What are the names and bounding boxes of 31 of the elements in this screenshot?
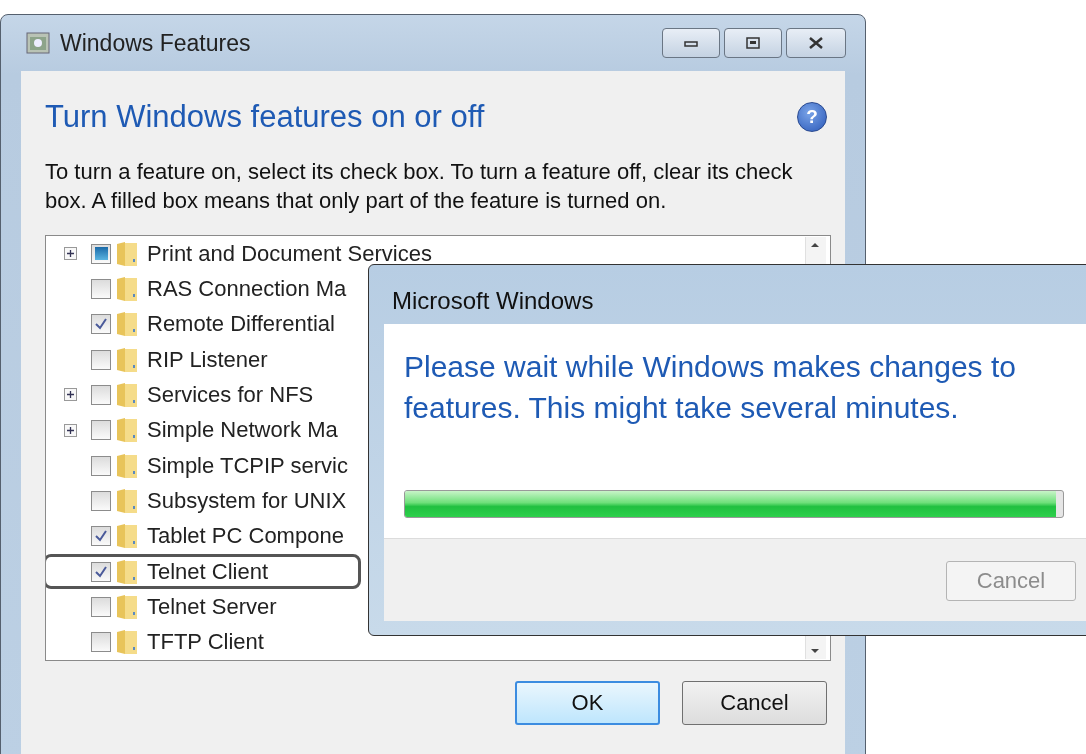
feature-name: RIP Listener xyxy=(147,346,268,373)
feature-name: RAS Connection Ma xyxy=(147,276,347,302)
feature-name: Tablet PC Compone xyxy=(147,523,344,550)
feature-row[interactable]: TFTP Client xyxy=(46,624,361,660)
feature-row[interactable]: Services for NFS xyxy=(46,377,361,413)
feature-row[interactable]: Remote Differential xyxy=(46,306,361,342)
feature-row[interactable]: Telnet Client xyxy=(46,553,361,590)
ok-button[interactable]: OK xyxy=(515,681,660,725)
instructions-text: To turn a feature on, select its check box. To turn a feature off, clear its check box. A filled box means that only part of the feature is turned on. xyxy=(45,158,794,215)
feature-row[interactable]: Simple TCPIP servic xyxy=(46,447,361,484)
feature-name: Remote Differential xyxy=(147,311,335,338)
feature-name: Simple Network Ma xyxy=(147,417,338,444)
dialog-heading: Turn Windows features on or off xyxy=(45,99,485,135)
feature-row[interactable]: Tablet PC Compone xyxy=(46,518,361,554)
window-title: Windows Features xyxy=(60,29,251,57)
feature-row[interactable]: Print and Document Services xyxy=(46,236,439,272)
feature-row[interactable]: Telnet Server xyxy=(46,589,361,625)
feature-name: TFTP Client xyxy=(147,629,264,656)
cancel-button[interactable]: Cancel xyxy=(682,681,827,725)
feature-row[interactable]: RIP Listener xyxy=(46,342,361,378)
feature-name: Telnet Client xyxy=(147,558,269,585)
feature-row[interactable]: Simple Network Ma xyxy=(46,412,361,448)
dialog-title: Microsoft Windows xyxy=(391,286,595,316)
feature-row[interactable]: Subsystem for UNIX xyxy=(46,483,361,519)
feature-name: Subsystem for UNIX xyxy=(147,487,347,514)
progress-message: Please wait while Windows makes changes to features. This might take several minutes. xyxy=(404,349,1017,426)
feature-name: Services for NFS xyxy=(147,381,314,408)
feature-row[interactable]: RAS Connection Ma xyxy=(46,271,361,307)
feature-name: Simple TCPIP servic xyxy=(147,452,348,479)
feature-name: Telnet Server xyxy=(147,593,277,620)
feature-name: Print and Document Services xyxy=(147,240,432,267)
